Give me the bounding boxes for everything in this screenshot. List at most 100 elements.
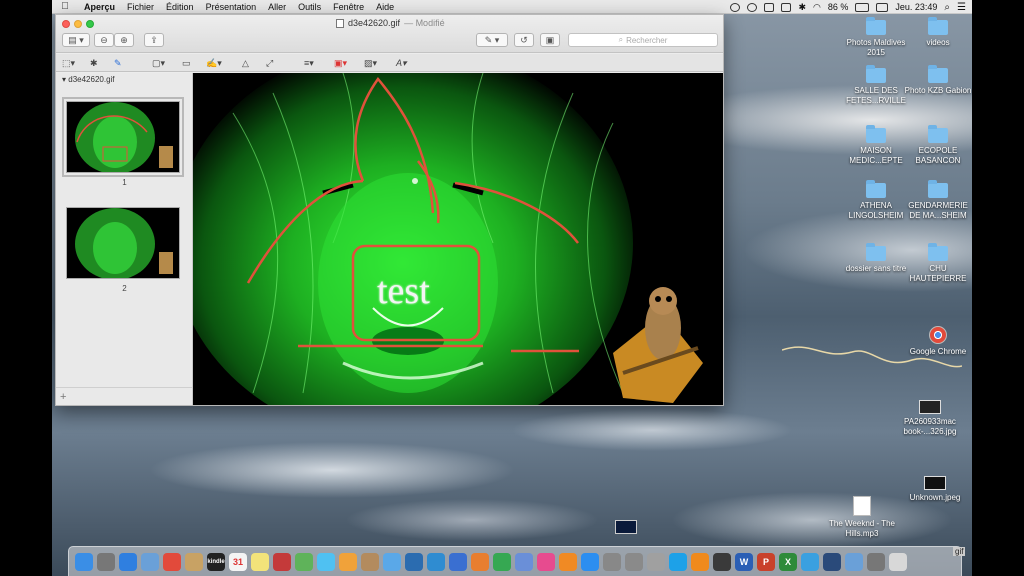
chrome-icon[interactable] xyxy=(163,552,181,571)
podium-icon[interactable] xyxy=(515,552,533,571)
desktop-item[interactable]: PA260933mac book-...326.jpg xyxy=(894,400,966,437)
itunes-icon[interactable] xyxy=(537,552,555,571)
photos-icon[interactable] xyxy=(339,552,357,571)
quicktime-icon[interactable] xyxy=(823,552,841,571)
status-icon-1[interactable] xyxy=(730,2,741,12)
selection-tool-icon[interactable]: ⬚▾ xyxy=(62,57,75,69)
shape-style-icon[interactable]: ≡▾ xyxy=(304,57,314,69)
shapes-tool-icon[interactable]: ▢▾ xyxy=(152,57,165,69)
desktop-item[interactable]: ECOPOLE BASANCON xyxy=(902,125,974,166)
desktop-item[interactable]: Google Chrome xyxy=(902,326,974,357)
close-button[interactable] xyxy=(62,20,70,28)
image-canvas[interactable]: test xyxy=(193,73,723,405)
battery-icon[interactable] xyxy=(855,2,870,12)
sketch-tool-icon[interactable]: ✎ xyxy=(114,57,122,69)
calendar-icon[interactable]: 31 xyxy=(229,552,247,571)
finder-icon[interactable] xyxy=(75,552,93,571)
status-icon-2[interactable] xyxy=(747,2,758,12)
sidebar-toggle-button[interactable]: ▤ ▾ xyxy=(62,33,90,47)
maps-icon[interactable] xyxy=(295,552,313,571)
trash-icon[interactable] xyxy=(889,552,907,571)
word-icon[interactable]: W xyxy=(735,552,753,571)
share-button[interactable]: ⇪ xyxy=(144,33,164,47)
zoom-button[interactable] xyxy=(86,20,94,28)
window-title[interactable]: d3e42620.gif — Modifié xyxy=(336,18,445,28)
text-style-icon[interactable]: A▾ xyxy=(396,57,407,69)
menu-outils[interactable]: Outils xyxy=(292,2,327,12)
adjust-size-icon[interactable]: ⤢ xyxy=(266,57,273,69)
highlight-button[interactable]: ✎ ▾ xyxy=(476,33,508,47)
screen-icon[interactable] xyxy=(845,552,863,571)
toolbox-button[interactable]: ▣ xyxy=(540,33,560,47)
signature-tool-icon[interactable]: ✍▾ xyxy=(206,57,222,69)
minimize-button[interactable] xyxy=(74,20,82,28)
flag-icon[interactable] xyxy=(876,2,889,12)
chat-icon[interactable] xyxy=(801,552,819,571)
preview-doc-icon[interactable] xyxy=(603,552,621,571)
keynote-icon[interactable] xyxy=(449,552,467,571)
desktop-item-label: GENDARMERIE DE MA...SHEIM xyxy=(908,201,968,220)
sketchup-icon[interactable] xyxy=(427,552,445,571)
battery-percent[interactable]: 86 % xyxy=(828,2,849,12)
notes-icon[interactable] xyxy=(251,552,269,571)
desktop-item[interactable]: Photo KZB Gabion xyxy=(902,65,974,96)
skype-icon[interactable] xyxy=(669,552,687,571)
menu-fichier[interactable]: Fichier xyxy=(121,2,160,12)
text-tool-icon[interactable]: ▭ xyxy=(182,57,191,69)
cloud-icon[interactable] xyxy=(713,552,731,571)
sidebar-filename[interactable]: ▾ d3e42620.gif xyxy=(62,75,115,84)
contacts-icon[interactable] xyxy=(361,552,379,571)
downloads-icon[interactable] xyxy=(867,552,885,571)
folder-icon[interactable] xyxy=(185,552,203,571)
menu-fenetre[interactable]: Fenêtre xyxy=(327,2,370,12)
desktop-item[interactable]: GENDARMERIE DE MA...SHEIM xyxy=(902,180,974,221)
numbers-icon[interactable] xyxy=(493,552,511,571)
airplay-icon[interactable] xyxy=(781,2,792,12)
safari-icon[interactable] xyxy=(119,552,137,571)
page-thumbnail[interactable] xyxy=(62,97,184,177)
zoom-in-button[interactable]: ⊕ xyxy=(114,33,134,47)
automator-icon[interactable] xyxy=(647,552,665,571)
fill-color-icon[interactable]: ▨▾ xyxy=(364,57,377,69)
menu-aide[interactable]: Aide xyxy=(370,2,400,12)
adjust-color-icon[interactable]: △ xyxy=(242,57,249,69)
menu-app-name[interactable]: Aperçu xyxy=(78,2,121,12)
desktop-item[interactable]: videos xyxy=(902,17,974,48)
desktop-item[interactable]: Unknown.jpeg xyxy=(899,476,971,503)
powerpoint-icon[interactable]: P xyxy=(757,552,775,571)
rotate-button[interactable]: ↺ xyxy=(514,33,534,47)
desktop-item[interactable]: CHU HAUTEPIERRE xyxy=(902,243,974,284)
settings-icon[interactable] xyxy=(625,552,643,571)
search-input[interactable]: ⌕ Rechercher xyxy=(568,33,718,47)
launchpad-icon[interactable] xyxy=(97,552,115,571)
instant-alpha-icon[interactable]: ✱ xyxy=(90,57,98,69)
earth-icon[interactable] xyxy=(405,552,423,571)
apple-menu-icon[interactable]:  xyxy=(52,1,78,12)
app-store-icon[interactable] xyxy=(581,552,599,571)
add-page-button[interactable]: + xyxy=(60,391,66,403)
notification-center-icon[interactable]: ☰ xyxy=(957,2,966,13)
status-icon-3[interactable] xyxy=(764,2,775,12)
photo-booth-icon[interactable] xyxy=(273,552,291,571)
border-color-icon[interactable]: ▣▾ xyxy=(334,57,347,69)
menu-aller[interactable]: Aller xyxy=(262,2,292,12)
bluetooth-icon[interactable]: ✱ xyxy=(798,2,806,13)
clock[interactable]: Jeu. 23:49 xyxy=(895,2,937,12)
pages-icon[interactable] xyxy=(471,552,489,571)
wifi-icon[interactable]: ◠ xyxy=(813,2,821,13)
messages-icon[interactable] xyxy=(317,552,335,571)
vlc-icon[interactable] xyxy=(691,552,709,571)
desktop-item[interactable]: The Weeknd - The Hills.mp3 xyxy=(826,496,898,539)
page-thumbnail[interactable] xyxy=(66,207,180,279)
menu-edition[interactable]: Édition xyxy=(160,2,200,12)
zoom-out-button[interactable]: ⊖ xyxy=(94,33,114,47)
spotlight-icon[interactable]: ⌕ xyxy=(944,2,950,13)
ibooks-icon[interactable] xyxy=(559,552,577,571)
menu-presentation[interactable]: Présentation xyxy=(200,2,263,12)
mail-icon[interactable] xyxy=(383,552,401,571)
annotation-text[interactable]: test xyxy=(377,269,430,313)
kindle-icon[interactable]: kindle xyxy=(207,552,225,571)
preview-icon[interactable] xyxy=(141,552,159,571)
dragged-thumbnail[interactable] xyxy=(615,520,637,534)
excel-icon[interactable]: X xyxy=(779,552,797,571)
